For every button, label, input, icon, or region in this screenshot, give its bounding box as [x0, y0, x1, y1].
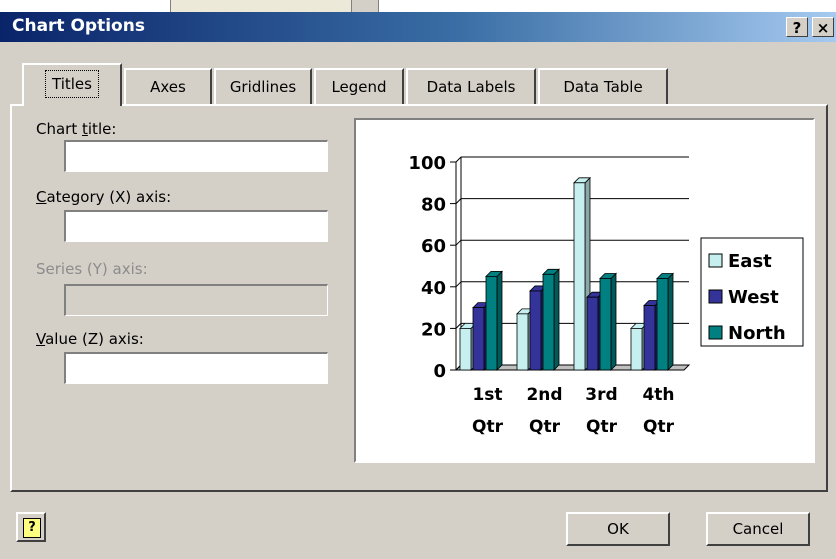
- x-tick-label: Qtr: [472, 417, 504, 437]
- legend-swatch: [708, 253, 723, 268]
- help-button[interactable]: ?: [16, 512, 46, 542]
- x-tick-label: 1st: [472, 385, 502, 405]
- tab-label: Data Table: [563, 78, 643, 96]
- legend-label: East: [728, 251, 772, 272]
- bar-side: [667, 272, 674, 371]
- bar-west: [472, 307, 485, 371]
- y-tick-label: 0: [433, 361, 446, 382]
- y-tick-label: 40: [421, 278, 446, 299]
- tab-legend[interactable]: Legend: [314, 68, 404, 104]
- gridline-depth: [455, 281, 462, 288]
- tab-label: Titles: [45, 70, 99, 98]
- chart-svg: 100 80 60 40 20 0 1st Qtr 2nd Qtr 3rd Qtr 4th Qtr East…: [408, 153, 804, 437]
- tab-label: Gridlines: [229, 78, 297, 96]
- x-tick-label: Qtr: [586, 417, 618, 437]
- x-tick-label: 3rd: [585, 385, 617, 405]
- window-title: Chart Options: [12, 16, 145, 36]
- bar-east: [630, 327, 643, 371]
- bar-side: [496, 270, 503, 371]
- chart-title-input[interactable]: [64, 140, 328, 172]
- help-icon: ?: [23, 518, 41, 538]
- bar-east: [459, 327, 472, 371]
- bar-side: [610, 272, 617, 371]
- close-button[interactable]: ×: [812, 17, 834, 37]
- value-axis-input[interactable]: [64, 352, 328, 384]
- bar-north: [485, 275, 498, 371]
- x-tick-label: Qtr: [643, 417, 675, 437]
- legend-label: North: [728, 323, 786, 344]
- bar-east: [573, 182, 586, 371]
- tab-data-table[interactable]: Data Table: [538, 68, 668, 104]
- tab-gridlines[interactable]: Gridlines: [214, 68, 312, 104]
- chart-preview: 100 80 60 40 20 0 1st Qtr 2nd Qtr 3rd Qtr 4th Qtr East…: [354, 118, 815, 463]
- cancel-button[interactable]: Cancel: [706, 512, 810, 546]
- category-axis-label: Category (X) axis:: [36, 188, 172, 206]
- help-title-button[interactable]: ?: [786, 17, 808, 37]
- series-axis-label: Series (Y) axis:: [36, 260, 148, 278]
- tab-label: Legend: [331, 78, 387, 96]
- gridline-depth: [455, 156, 462, 163]
- bar-east: [516, 313, 529, 371]
- legend-swatch: [708, 289, 723, 304]
- series-axis-input: [64, 284, 328, 316]
- y-tick-label: 20: [421, 319, 446, 340]
- title-bar[interactable]: Chart Options ? ×: [0, 12, 836, 42]
- x-tick-label: 4th: [642, 385, 674, 405]
- tab-label: Data Labels: [426, 78, 516, 96]
- y-tick-label: 80: [421, 195, 446, 216]
- bar-north: [599, 278, 612, 371]
- background-cell: [170, 0, 352, 12]
- legend-label: West: [728, 287, 779, 308]
- bar-side: [553, 268, 560, 371]
- bar-west: [643, 305, 656, 371]
- bar-north: [656, 278, 669, 371]
- ok-button[interactable]: OK: [566, 512, 670, 546]
- bar-north: [542, 273, 555, 371]
- gridline-depth: [455, 239, 462, 246]
- tab-titles[interactable]: Titles: [22, 63, 122, 106]
- y-tick-label: 100: [408, 153, 446, 174]
- value-axis-label: Value (Z) axis:: [36, 330, 144, 348]
- x-tick-label: 2nd: [526, 385, 562, 405]
- bar-west: [586, 296, 599, 371]
- bar-west: [529, 290, 542, 371]
- category-axis-input[interactable]: [64, 210, 328, 242]
- x-tick-label: Qtr: [529, 417, 561, 437]
- tab-data-labels[interactable]: Data Labels: [406, 68, 536, 104]
- background-cell: [352, 0, 379, 12]
- gridline-depth: [455, 198, 462, 204]
- y-tick-label: 60: [421, 236, 446, 257]
- tab-label: Axes: [150, 78, 186, 96]
- legend-swatch: [708, 325, 723, 340]
- chart-title-label: Chart title:: [36, 120, 117, 138]
- tab-axes[interactable]: Axes: [124, 68, 212, 104]
- background-window-strip: [0, 0, 836, 12]
